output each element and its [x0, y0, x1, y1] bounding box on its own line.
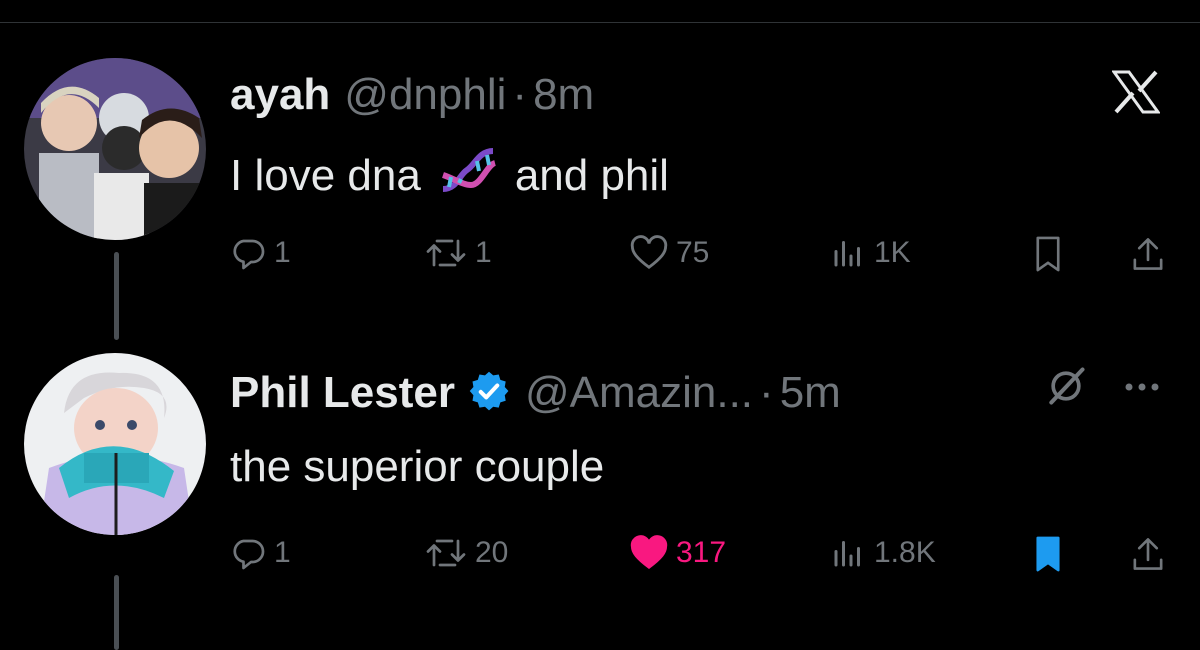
- display-name[interactable]: Phil Lester: [230, 368, 455, 418]
- tweet-text-part: I love dna: [230, 150, 421, 200]
- reply-button[interactable]: 1: [230, 535, 291, 571]
- timestamp[interactable]: 5m: [780, 368, 841, 418]
- separator-dot: ·: [759, 368, 774, 417]
- like-count: 317: [676, 536, 727, 569]
- views-button[interactable]: 1.8K: [830, 535, 936, 571]
- action-bar: 1 1 75 1K: [230, 235, 1175, 295]
- reply-icon: [233, 239, 265, 270]
- tweet-ayah[interactable]: ayah @dnphli · 8m I love dna and phil 1: [0, 0, 1200, 340]
- thread-line: [114, 575, 119, 650]
- retweet-button[interactable]: 20: [425, 535, 508, 571]
- tweet-text: the superior couple: [230, 442, 605, 491]
- verified-badge-icon: [467, 369, 511, 424]
- grok-icon[interactable]: [1044, 364, 1088, 413]
- tweet-header: Phil Lester @Amazin... · 5m: [230, 363, 841, 418]
- dna-emoji: [437, 145, 499, 206]
- tweet-header: ayah @dnphli · 8m: [230, 70, 594, 120]
- views-icon: [834, 541, 860, 567]
- share-button[interactable]: [1130, 235, 1166, 273]
- bookmark-button[interactable]: [1030, 235, 1066, 273]
- retweet-button[interactable]: 1: [425, 235, 492, 271]
- heart-icon: [630, 235, 668, 270]
- views-count: 1K: [874, 236, 911, 269]
- retweet-icon: [426, 239, 466, 267]
- share-icon: [1133, 538, 1163, 570]
- reply-count: 1: [274, 236, 291, 269]
- retweet-count: 20: [475, 536, 509, 569]
- reply-count: 1: [274, 536, 291, 569]
- views-count: 1.8K: [874, 536, 936, 569]
- like-button[interactable]: 75: [630, 235, 709, 271]
- retweet-count: 1: [475, 236, 492, 269]
- timestamp[interactable]: 8m: [533, 70, 594, 120]
- like-button[interactable]: 317: [630, 535, 726, 571]
- separator-dot: ·: [512, 70, 528, 119]
- like-count: 75: [676, 236, 710, 269]
- avatar[interactable]: [24, 353, 206, 535]
- bookmark-icon: [1036, 536, 1060, 572]
- handle[interactable]: @Amazin...: [525, 368, 753, 418]
- tweet-text: I love dna and phil: [230, 145, 669, 206]
- action-bar: 1 20 317 1.8K: [230, 535, 1175, 595]
- reply-button[interactable]: 1: [230, 235, 291, 271]
- heart-icon: [630, 535, 668, 570]
- retweet-icon: [426, 539, 466, 567]
- avatar[interactable]: [24, 58, 206, 240]
- more-icon[interactable]: [1124, 380, 1160, 398]
- reply-icon: [233, 539, 265, 570]
- views-icon: [834, 241, 860, 267]
- thread-line: [114, 252, 119, 340]
- handle[interactable]: @dnphli: [344, 70, 506, 120]
- tweet-phil-lester[interactable]: Phil Lester @Amazin... · 5m the superior…: [0, 330, 1200, 650]
- x-logo-icon: [1111, 70, 1161, 119]
- display-name[interactable]: ayah: [230, 70, 330, 120]
- tweet-text-part: and phil: [514, 150, 669, 200]
- bookmark-button[interactable]: [1030, 535, 1066, 573]
- bookmark-icon: [1036, 236, 1060, 272]
- views-button[interactable]: 1K: [830, 235, 911, 271]
- share-icon: [1133, 238, 1163, 270]
- share-button[interactable]: [1130, 535, 1166, 573]
